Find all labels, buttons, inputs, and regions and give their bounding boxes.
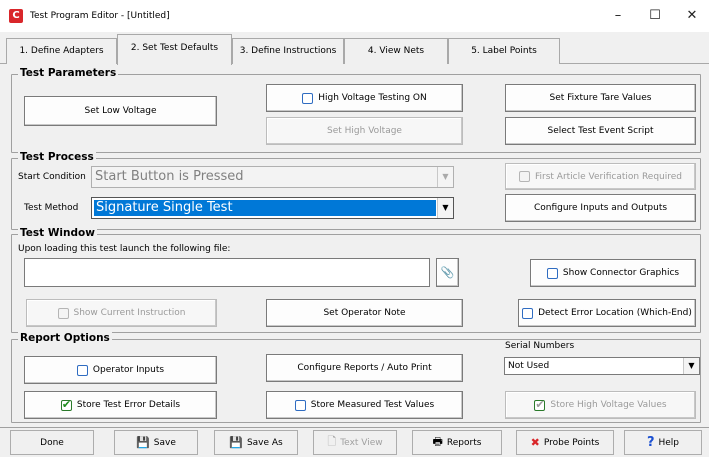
tab-set-test-defaults[interactable]: 2. Set Test Defaults [117, 34, 232, 65]
show-connector-graphics-checkbox-icon[interactable] [546, 267, 558, 279]
help-button[interactable]: ? Help [624, 430, 702, 455]
close-button[interactable]: ✕ [669, 0, 709, 32]
configure-reports-label: Configure Reports / Auto Print [297, 363, 432, 373]
serial-numbers-value: Not Used [508, 361, 550, 371]
probe-points-button[interactable]: ✖ Probe Points [516, 430, 614, 455]
first-article-toggle[interactable]: First Article Verification Required [505, 163, 696, 190]
test-window-legend: Test Window [18, 227, 97, 239]
probe-points-label: Probe Points [543, 437, 600, 448]
configure-io-label: Configure Inputs and Outputs [533, 203, 668, 213]
printer-icon: 🖶 [432, 435, 443, 448]
detect-error-location-label: Detect Error Location (Which-End) [538, 308, 692, 318]
done-label: Done [40, 437, 64, 448]
set-fixture-tare-label: Set Fixture Tare Values [549, 93, 652, 103]
set-operator-note-label: Set Operator Note [323, 308, 406, 318]
save-as-icon: 💾 [229, 436, 243, 449]
paperclip-icon: 📎 [440, 266, 455, 279]
help-label: Help [658, 437, 680, 448]
set-operator-note-button[interactable]: Set Operator Note [266, 299, 463, 327]
select-test-event-script-button[interactable]: Select Test Event Script [505, 117, 696, 145]
save-as-label: Save As [246, 437, 283, 448]
operator-inputs-checkbox-icon[interactable] [76, 364, 88, 376]
text-view-label: Text View [340, 437, 383, 448]
chevron-down-icon: ▼ [437, 167, 453, 187]
high-voltage-testing-toggle[interactable]: High Voltage Testing ON [266, 84, 463, 112]
test-method-select[interactable]: Signature Single Test ▼ [91, 197, 454, 219]
save-label: Save [153, 437, 176, 448]
tab-label-points[interactable]: 5. Label Points [448, 38, 560, 64]
app-icon: C [9, 9, 23, 23]
set-low-voltage-button[interactable]: Set Low Voltage [24, 96, 217, 126]
store-high-voltage-values-checkbox-icon[interactable] [534, 398, 546, 411]
start-condition-label: Start Condition [18, 172, 86, 182]
show-connector-graphics-toggle[interactable]: Show Connector Graphics [530, 259, 696, 287]
show-connector-graphics-label: Show Connector Graphics [562, 268, 680, 278]
reports-button[interactable]: 🖶 Reports [412, 430, 502, 455]
store-high-voltage-values-toggle[interactable]: Store High Voltage Values [505, 391, 696, 419]
set-high-voltage-label: Set High Voltage [327, 126, 402, 136]
test-parameters-legend: Test Parameters [18, 67, 119, 79]
configure-reports-button[interactable]: Configure Reports / Auto Print [266, 354, 463, 382]
first-article-label: First Article Verification Required [534, 171, 683, 182]
operator-inputs-toggle[interactable]: Operator Inputs [24, 356, 217, 384]
tab-define-adapters[interactable]: 1. Define Adapters [6, 38, 117, 64]
probe-icon: ✖ [530, 436, 540, 449]
chevron-down-icon: ▼ [437, 198, 453, 218]
store-measured-test-values-label: Store Measured Test Values [310, 400, 435, 410]
first-article-checkbox-icon[interactable] [518, 171, 530, 182]
show-current-instruction-toggle[interactable]: Show Current Instruction [26, 299, 217, 327]
chevron-down-icon: ▼ [683, 358, 699, 374]
store-test-error-details-label: Store Test Error Details [76, 400, 181, 410]
store-test-error-details-checkbox-icon[interactable] [60, 398, 72, 411]
report-options-legend: Report Options [18, 332, 112, 344]
window-title: Test Program Editor - [Untitled] [30, 11, 170, 21]
high-voltage-checkbox-icon[interactable] [302, 92, 314, 104]
set-high-voltage-button[interactable]: Set High Voltage [266, 117, 463, 145]
store-high-voltage-values-label: Store High Voltage Values [550, 400, 667, 410]
help-icon: ? [646, 435, 655, 450]
save-icon: 💾 [136, 436, 150, 449]
select-test-event-script-label: Select Test Event Script [547, 126, 654, 136]
save-as-button[interactable]: 💾 Save As [214, 430, 298, 455]
show-current-instruction-label: Show Current Instruction [73, 308, 186, 318]
store-measured-test-values-checkbox-icon[interactable] [294, 399, 306, 411]
launch-file-label: Upon loading this test launch the follow… [18, 244, 231, 254]
test-process-legend: Test Process [18, 151, 96, 163]
test-method-value: Signature Single Test [94, 200, 436, 216]
high-voltage-testing-label: High Voltage Testing ON [318, 93, 427, 103]
store-test-error-details-toggle[interactable]: Store Test Error Details [24, 391, 217, 419]
configure-io-button[interactable]: Configure Inputs and Outputs [505, 194, 696, 222]
tab-define-instructions[interactable]: 3. Define Instructions [232, 38, 344, 64]
launch-file-input[interactable] [24, 258, 430, 287]
operator-inputs-label: Operator Inputs [92, 365, 165, 375]
document-icon: 🗋 [327, 435, 337, 448]
detect-error-location-toggle[interactable]: Detect Error Location (Which-End) [518, 299, 696, 327]
text-view-button[interactable]: 🗋 Text View [313, 430, 397, 455]
start-condition-select[interactable]: Start Button is Pressed ▼ [91, 166, 454, 188]
save-button[interactable]: 💾 Save [114, 430, 198, 455]
serial-numbers-select[interactable]: Not Used ▼ [504, 357, 700, 375]
store-measured-test-values-toggle[interactable]: Store Measured Test Values [266, 391, 463, 419]
set-fixture-tare-button[interactable]: Set Fixture Tare Values [505, 84, 696, 112]
start-condition-value: Start Button is Pressed [95, 169, 244, 184]
reports-label: Reports [446, 437, 482, 448]
done-button[interactable]: Done [10, 430, 94, 455]
serial-numbers-label: Serial Numbers [505, 341, 575, 351]
detect-error-location-checkbox-icon[interactable] [522, 307, 534, 319]
show-current-instruction-checkbox-icon[interactable] [57, 307, 69, 319]
test-method-label: Test Method [24, 203, 79, 213]
tab-view-nets[interactable]: 4. View Nets [344, 38, 448, 64]
attach-icon[interactable]: 📎 [436, 258, 459, 287]
set-low-voltage-label: Set Low Voltage [84, 106, 157, 116]
